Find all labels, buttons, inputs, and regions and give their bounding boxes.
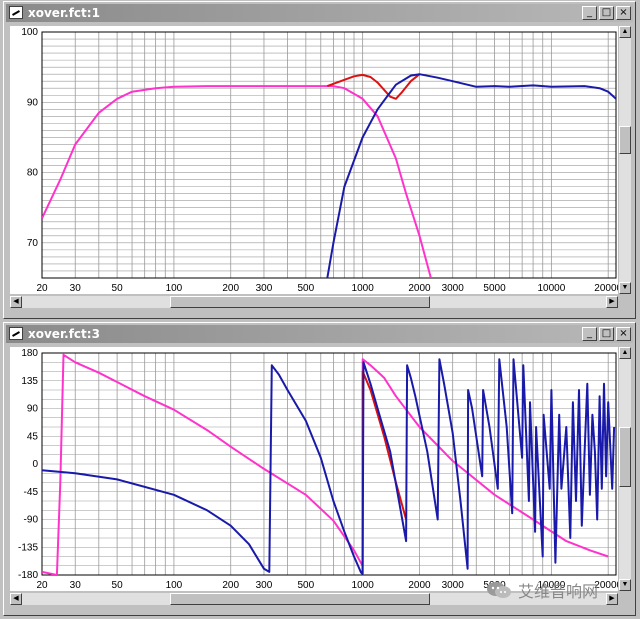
y-tick-label: 80 xyxy=(27,168,39,179)
window-titlebar[interactable]: xover.fct:1 _ □ × xyxy=(6,4,633,22)
x-tick-label: 1000 xyxy=(352,283,375,294)
document-icon xyxy=(9,6,23,19)
scroll-thumb[interactable] xyxy=(619,427,631,487)
scroll-down-button[interactable]: ▼ xyxy=(619,579,631,591)
x-tick-label: 300 xyxy=(256,283,273,294)
close-button[interactable]: × xyxy=(616,6,631,20)
horizontal-scrollbar[interactable]: ◀ ▶ xyxy=(10,296,618,308)
scroll-right-button[interactable]: ▶ xyxy=(606,593,618,605)
y-tick-label: 90 xyxy=(27,404,39,415)
x-tick-label: 30 xyxy=(70,283,82,294)
document-icon xyxy=(9,327,23,340)
scroll-thumb[interactable] xyxy=(619,126,631,154)
x-tick-label: 300 xyxy=(256,580,273,591)
scroll-up-button[interactable]: ▲ xyxy=(619,347,631,359)
y-tick-label: 135 xyxy=(21,376,38,387)
maximize-button[interactable]: □ xyxy=(599,327,614,341)
x-tick-label: 3000 xyxy=(442,283,465,294)
window-title: xover.fct:3 xyxy=(28,327,100,341)
x-tick-label: 50 xyxy=(112,580,124,591)
wechat-icon xyxy=(486,580,512,600)
window-titlebar[interactable]: xover.fct:3 _ □ × xyxy=(6,325,633,343)
series-line-2 xyxy=(326,73,616,278)
x-tick-label: 100 xyxy=(166,283,183,294)
magnitude-chart: 100 90 80 70 20 30 50 100 200 300 500 1000 2000 3000 5… xyxy=(10,26,618,294)
scroll-thumb[interactable] xyxy=(170,296,430,308)
scroll-thumb[interactable] xyxy=(170,593,430,605)
x-tick-label: 100 xyxy=(166,580,183,591)
watermark: 艾维音响网 xyxy=(486,578,598,602)
watermark-text: 艾维音响网 xyxy=(518,582,599,601)
scroll-left-button[interactable]: ◀ xyxy=(10,296,22,308)
y-tick-label: 180 xyxy=(21,348,38,359)
series-line-0 xyxy=(42,85,432,278)
x-tick-label: 20 xyxy=(36,283,48,294)
window-phase: xover.fct:3 _ □ × 180 135 90 45 0 -45 -90 -135 -… xyxy=(3,322,636,616)
y-tick-label: 90 xyxy=(27,97,39,108)
scroll-down-button[interactable]: ▼ xyxy=(619,282,631,294)
x-tick-label: 50 xyxy=(112,283,124,294)
y-tick-label: -180 xyxy=(18,570,38,581)
close-button[interactable]: × xyxy=(616,327,631,341)
plot-frame xyxy=(41,31,617,279)
window-magnitude: xover.fct:1 _ □ × 100 90 80 70 20 30 50 100 200 3… xyxy=(3,1,636,319)
x-tick-label: 20 xyxy=(36,580,48,591)
x-tick-label: 200 xyxy=(222,580,239,591)
y-tick-label: 0 xyxy=(32,459,38,470)
x-tick-label: 1000 xyxy=(352,580,375,591)
magnitude-chart-svg: 100 90 80 70 20 30 50 100 200 300 500 1000 2000 3000 5… xyxy=(21,27,618,294)
x-tick-label: 10000 xyxy=(537,283,565,294)
x-tick-label: 500 xyxy=(297,580,314,591)
window-title: xover.fct:1 xyxy=(28,6,100,20)
x-tick-label: 2000 xyxy=(408,283,431,294)
vertical-scrollbar[interactable]: ▲ ▼ xyxy=(619,26,631,294)
x-tick-label: 30 xyxy=(70,580,82,591)
phase-chart-svg: 180 135 90 45 0 -45 -90 -135 -18020 30 50 100 200 300… xyxy=(18,348,618,591)
y-tick-label: -135 xyxy=(18,542,38,553)
scroll-up-button[interactable]: ▲ xyxy=(619,26,631,38)
x-tick-label: 500 xyxy=(297,283,314,294)
y-tick-label: 70 xyxy=(27,238,39,249)
phase-chart: 180 135 90 45 0 -45 -90 -135 -180 20 30 50 100 200 300… xyxy=(10,347,618,591)
x-tick-label: 200 xyxy=(222,283,239,294)
x-tick-label: 20000 xyxy=(594,283,618,294)
y-tick-label: 100 xyxy=(21,27,38,38)
y-tick-label: 45 xyxy=(27,431,39,442)
scroll-left-button[interactable]: ◀ xyxy=(10,593,22,605)
x-tick-label: 3000 xyxy=(442,580,465,591)
x-tick-label: 2000 xyxy=(408,580,431,591)
vertical-scrollbar[interactable]: ▲ ▼ xyxy=(619,347,631,591)
maximize-button[interactable]: □ xyxy=(599,6,614,20)
y-tick-label: -90 xyxy=(24,515,39,526)
minimize-button[interactable]: _ xyxy=(582,327,597,341)
scroll-right-button[interactable]: ▶ xyxy=(606,296,618,308)
y-tick-label: -45 xyxy=(24,487,39,498)
series-line-2 xyxy=(42,358,616,575)
x-tick-label: 5000 xyxy=(483,283,506,294)
minimize-button[interactable]: _ xyxy=(582,6,597,20)
